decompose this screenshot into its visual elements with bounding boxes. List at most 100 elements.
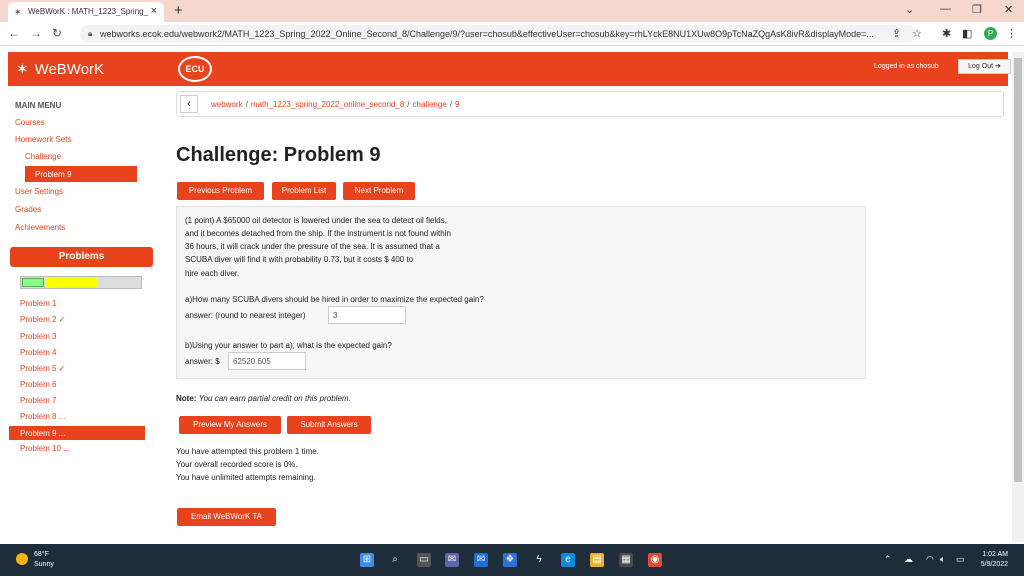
sidebar-item-grades[interactable]: Grades	[15, 205, 41, 214]
problem-link-8[interactable]: Problem 8 ...	[20, 412, 65, 421]
submit-answers-button[interactable]: Submit Answers	[287, 416, 371, 434]
calculator-icon[interactable]: ▦	[619, 553, 633, 567]
webwork-favicon-icon: ✶	[14, 7, 22, 17]
bookmark-star-icon[interactable]: ☆	[912, 27, 922, 40]
problem-link-7[interactable]: Problem 7	[20, 396, 56, 405]
extensions-icon[interactable]: ✱	[942, 27, 951, 40]
part-a-answer-input[interactable]: 3	[328, 306, 406, 324]
weather-widget[interactable]: 68°F Sunny	[34, 550, 54, 570]
sidebar-item-achievements[interactable]: Achievements	[15, 223, 65, 232]
webwork-header: ✶ WeBWorK ECU Logged in as chosub Log Out…	[8, 52, 1011, 86]
breadcrumb-trail: webwork / math_1223_spring_2022_online_sec…	[211, 100, 460, 109]
problem-link-1[interactable]: Problem 1	[20, 299, 56, 308]
volume-icon[interactable]: 🔈︎	[940, 554, 945, 565]
search-icon[interactable]: ⌕	[388, 553, 402, 567]
wifi-icon[interactable]: ◠	[926, 554, 934, 565]
star-logo-icon: ✶	[16, 61, 29, 78]
windows-start-icon[interactable]: ⊞	[360, 553, 374, 567]
restore-icon[interactable]: ❐	[972, 3, 982, 16]
previous-problem-button[interactable]: Previous Problem	[177, 182, 264, 200]
next-problem-button[interactable]: Next Problem	[343, 182, 415, 200]
logout-label: Log Out	[968, 63, 994, 70]
sidebar-item-courses[interactable]: Courses	[15, 118, 45, 127]
scrollbar-thumb[interactable]	[1014, 58, 1022, 482]
lock-icon: 🔒︎	[88, 29, 93, 38]
close-tab-icon[interactable]: ×	[151, 5, 157, 17]
forward-arrow-icon[interactable]: →	[30, 26, 42, 40]
dropbox-icon[interactable]: ❖	[503, 553, 517, 567]
edge-browser-icon[interactable]: e	[561, 553, 575, 567]
browser-tab[interactable]: ✶ WeBWorK : MATH_1223_Spring_ ×	[8, 2, 164, 22]
recorded-score: Your overall recorded score is 0%.	[176, 460, 298, 469]
problem-link-6[interactable]: Problem 6	[20, 380, 56, 389]
sidebar-item-active-problem[interactable]: Problem 9	[25, 166, 137, 182]
close-window-icon[interactable]: ✕	[1004, 3, 1013, 16]
logout-icon: ➜	[995, 63, 1001, 70]
address-bar-row: ← → ↻ 🔒︎ webworks.ecok.edu/webwork2/MATH…	[0, 22, 1024, 46]
url-text: webworks.ecok.edu/webwork2/MATH_1223_Spr…	[100, 29, 874, 39]
tray-expand-icon[interactable]: ⌃	[884, 554, 892, 565]
chrome-icon[interactable]: ◉	[648, 553, 662, 567]
winamp-icon[interactable]: ϟ	[532, 553, 546, 567]
part-b-label: answer: $	[185, 357, 220, 366]
teams-chat-icon[interactable]: ✉	[445, 553, 459, 567]
logout-button[interactable]: Log Out ➜	[958, 59, 1011, 74]
problems-header: Problems	[10, 247, 153, 267]
attempts-remaining: You have unlimited attempts remaining.	[176, 473, 316, 482]
file-explorer-icon[interactable]: ▤	[590, 553, 604, 567]
problem-list-button[interactable]: Problem List	[272, 182, 336, 200]
problem-link-10[interactable]: Problem 10 ...	[20, 444, 70, 453]
tab-search-icon[interactable]: ⌄	[905, 3, 914, 16]
clock-time: 1:02 AM	[982, 551, 1008, 558]
problem-text-line: hire each diver.	[185, 269, 240, 278]
reload-icon[interactable]: ↻	[52, 26, 62, 40]
page-scrollbar[interactable]	[1012, 52, 1024, 542]
part-a-label: answer: (round to nearest integer)	[185, 311, 306, 320]
breadcrumb-webwork[interactable]: webwork	[211, 100, 243, 109]
breadcrumb-course[interactable]: math_1223_spring_2022_online_second_8	[251, 100, 404, 109]
mail-icon[interactable]: ✉	[474, 553, 488, 567]
profile-avatar[interactable]: P	[984, 27, 997, 40]
preview-answers-button[interactable]: Preview My Answers	[179, 416, 281, 434]
sidepanel-icon[interactable]: ◧	[962, 27, 972, 40]
problem-text-line: (1 point) A $65000 oil detector is lower…	[185, 216, 447, 225]
email-ta-button[interactable]: Email WeBWorK TA	[177, 508, 276, 526]
back-arrow-icon[interactable]: ←	[8, 26, 20, 40]
logged-in-text: Logged in as chosub	[874, 63, 939, 70]
breadcrumb-back-button[interactable]: ‹	[180, 95, 198, 113]
problem-link-4[interactable]: Problem 4	[20, 348, 56, 357]
sidebar-item-homework-sets[interactable]: Homework Sets	[15, 135, 71, 144]
battery-icon[interactable]: ▭	[956, 554, 965, 565]
problem-link-3[interactable]: Problem 3	[20, 332, 56, 341]
part-b-question: b)Using your answer to part a), what is …	[185, 341, 392, 350]
new-tab-icon[interactable]: +	[174, 2, 183, 19]
page-title: Challenge: Problem 9	[176, 144, 381, 166]
task-view-icon[interactable]: ▭	[417, 553, 431, 567]
problem-text-line: 36 hours, it will crack under the pressu…	[185, 242, 440, 251]
problem-link-5[interactable]: Problem 5 ✓	[20, 364, 65, 373]
minimize-icon[interactable]: —	[940, 3, 951, 15]
cloud-icon[interactable]: ☁	[904, 554, 913, 565]
main-menu-sidebar: MAIN MENU Courses Homework Sets Challeng…	[8, 90, 153, 540]
menu-title: MAIN MENU	[15, 101, 62, 110]
sidebar-item-user-settings[interactable]: User Settings	[15, 187, 63, 196]
part-b-answer-input[interactable]: 62520.605	[228, 352, 306, 370]
system-clock[interactable]: 1:02 AM 5/9/2022	[968, 550, 1008, 570]
more-menu-icon[interactable]: ⋮	[1006, 27, 1017, 40]
weather-condition: Sunny	[34, 561, 54, 568]
problem-link-9-active[interactable]: Problem 9 ...	[9, 426, 145, 440]
attempts-count: You have attempted this problem 1 time.	[176, 447, 319, 456]
part-a-question: a)How many SCUBA divers should be hired …	[185, 295, 484, 304]
logo-text: WeBWorK	[34, 61, 105, 78]
browser-tab-bar: ✶ WeBWorK : MATH_1223_Spring_ × + ⌄ — ❐ …	[0, 0, 1024, 22]
temperature: 68°F	[34, 551, 49, 558]
breadcrumb-set[interactable]: challenge	[413, 100, 447, 109]
share-icon[interactable]: ⇪	[892, 27, 901, 40]
ecu-badge[interactable]: ECU	[178, 56, 212, 82]
sun-icon[interactable]	[16, 553, 28, 565]
problem-link-2[interactable]: Problem 2 ✓	[20, 315, 65, 324]
sidebar-item-challenge[interactable]: Challenge	[25, 152, 61, 161]
problem-text-line: and it becomes detached from the ship. I…	[185, 229, 451, 238]
url-field[interactable]: 🔒︎ webworks.ecok.edu/webwork2/MATH_1223_…	[80, 25, 916, 43]
webwork-logo[interactable]: ✶ WeBWorK	[16, 60, 104, 78]
